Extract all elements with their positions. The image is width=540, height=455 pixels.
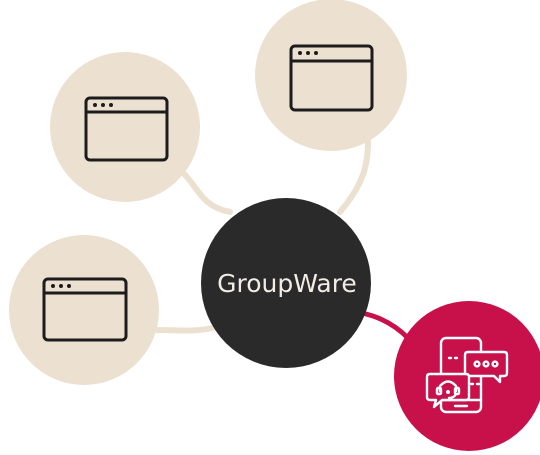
node-circle	[9, 235, 159, 385]
node-browser-left	[9, 235, 159, 385]
hub-label: GroupWare	[217, 269, 357, 298]
node-circle	[255, 0, 407, 151]
connector-left	[152, 325, 215, 334]
groupware-diagram: GroupWare	[9, 0, 540, 451]
groupware-hub: GroupWare	[201, 198, 371, 368]
node-circle	[50, 52, 200, 202]
node-browser-top-right	[255, 0, 407, 151]
connector-top-left	[179, 169, 233, 215]
node-customer-support	[394, 301, 540, 451]
connector-top-right	[337, 139, 371, 215]
connector-accent	[363, 311, 411, 341]
node-browser-top-left	[50, 52, 200, 202]
